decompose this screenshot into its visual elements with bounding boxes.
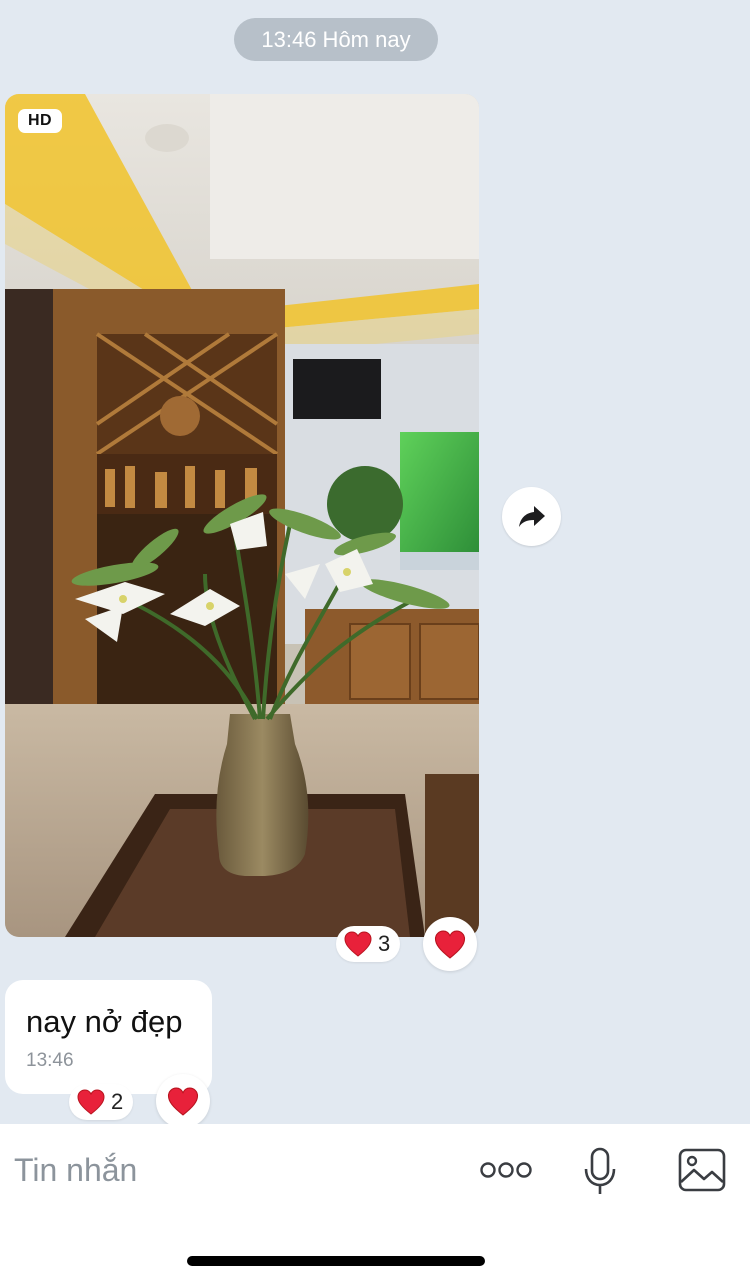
microphone-icon	[584, 1147, 616, 1194]
heart-icon	[77, 1089, 105, 1115]
hd-badge: HD	[18, 109, 62, 133]
photo-message[interactable]: HD	[5, 94, 479, 937]
gallery-button[interactable]	[676, 1146, 728, 1194]
photo-reaction-summary[interactable]: 3	[336, 926, 401, 962]
message-time: 13:46	[26, 1050, 74, 1071]
message-input[interactable]: Tin nhắn	[14, 1148, 444, 1192]
heart-icon	[167, 1087, 199, 1116]
message-text: nay nở đẹp	[26, 1004, 183, 1039]
more-button[interactable]	[478, 1154, 534, 1186]
date-separator: 13:46 Hôm nay	[234, 18, 438, 61]
react-button[interactable]	[156, 1074, 210, 1128]
image-gallery-icon	[678, 1148, 726, 1192]
share-arrow-icon	[518, 505, 545, 527]
reaction-count: 2	[111, 1089, 124, 1114]
react-button[interactable]	[423, 917, 477, 971]
voice-button[interactable]	[580, 1144, 620, 1200]
reaction-count: 3	[378, 931, 391, 956]
living-room-lily-photo	[5, 94, 479, 937]
heart-icon	[434, 930, 466, 959]
share-button[interactable]	[502, 487, 561, 546]
heart-icon	[344, 931, 372, 957]
home-indicator	[187, 1256, 485, 1266]
more-dots-icon	[480, 1162, 532, 1178]
text-reaction-summary[interactable]: 2	[69, 1084, 134, 1120]
